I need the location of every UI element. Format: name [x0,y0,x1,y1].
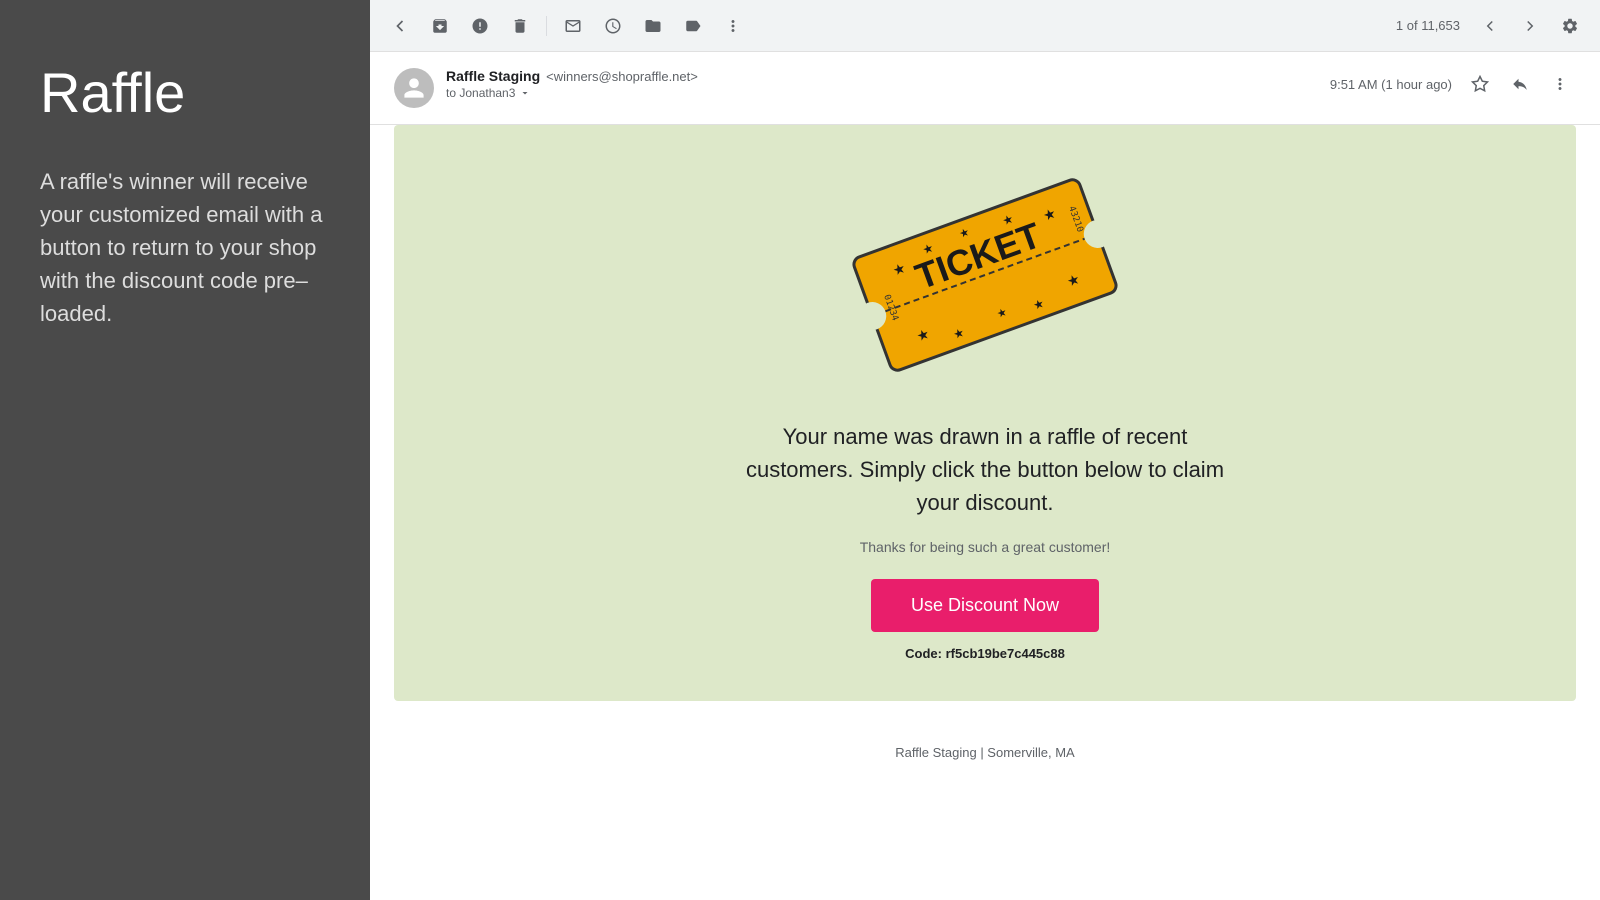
email-to-label: to Jonathan3 [446,86,515,100]
code-prefix: Code: [905,646,942,661]
ticket-container: 01234 43210 TICKET ★ ★ ★ ★ ★ ★ [845,165,1125,390]
back-button[interactable] [382,8,418,44]
email-meta-right: 9:51 AM (1 hour ago) [1330,68,1576,100]
next-email-button[interactable] [1512,8,1548,44]
footer-text: Raffle Staging | Somerville, MA [895,745,1074,760]
email-from-line: Raffle Staging <winners@shopraffle.net> [446,68,1330,84]
email-to-line[interactable]: to Jonathan3 [446,86,1330,100]
star-button[interactable] [1464,68,1496,100]
label-button[interactable] [555,8,591,44]
discount-code-value: rf5cb19be7c445c88 [946,646,1065,661]
pagination-label: 1 of 11,653 [1396,18,1460,33]
toolbar: 1 of 11,653 [370,0,1600,52]
sender-avatar [394,68,434,108]
more-email-button[interactable] [1544,68,1576,100]
sidebar: Raffle A raffle's winner will receive yo… [0,0,370,900]
prev-email-button[interactable] [1472,8,1508,44]
email-action-icons [1464,68,1576,100]
discount-code-line: Code: rf5cb19be7c445c88 [905,646,1065,661]
snooze-button[interactable] [595,8,631,44]
more-button[interactable] [715,8,751,44]
sender-address: <winners@shopraffle.net> [546,69,698,84]
email-area: Raffle Staging <winners@shopraffle.net> … [370,52,1600,900]
archive-button[interactable] [422,8,458,44]
sidebar-title: Raffle [40,60,330,125]
email-time: 9:51 AM (1 hour ago) [1330,77,1452,92]
folder-button[interactable] [635,8,671,44]
settings-button[interactable] [1552,8,1588,44]
toolbar-divider-1 [546,16,547,36]
main-content: 1 of 11,653 Raffle Staging <winners@shop… [370,0,1600,900]
email-sub-text: Thanks for being such a great customer! [860,539,1111,555]
sender-name: Raffle Staging [446,68,540,84]
email-main-text: Your name was drawn in a raffle of recen… [735,420,1235,519]
email-card: 01234 43210 TICKET ★ ★ ★ ★ ★ ★ [394,125,1576,701]
sidebar-description: A raffle's winner will receive your cust… [40,165,330,330]
delete-button[interactable] [502,8,538,44]
tag-button[interactable] [675,8,711,44]
email-body: 01234 43210 TICKET ★ ★ ★ ★ ★ ★ [370,125,1600,725]
email-from-block: Raffle Staging <winners@shopraffle.net> … [446,68,1330,100]
ticket-image: 01234 43210 TICKET ★ ★ ★ ★ ★ ★ [845,165,1125,385]
email-footer: Raffle Staging | Somerville, MA [370,725,1600,780]
reply-button[interactable] [1504,68,1536,100]
email-header: Raffle Staging <winners@shopraffle.net> … [370,52,1600,125]
use-discount-button[interactable]: Use Discount Now [871,579,1099,632]
spam-button[interactable] [462,8,498,44]
